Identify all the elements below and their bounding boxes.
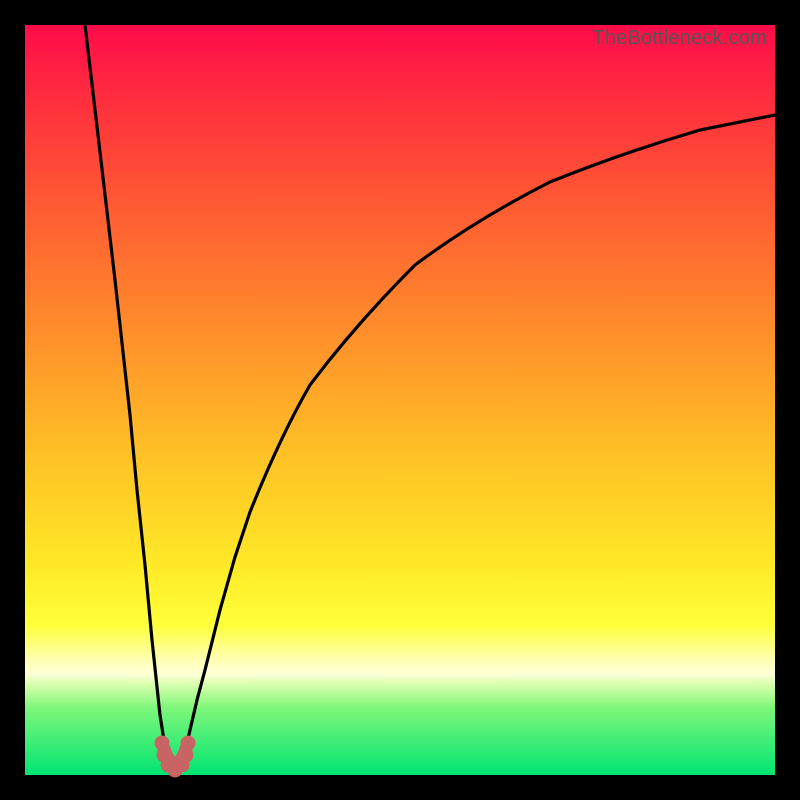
outer-frame: TheBottleneck.com [0, 0, 800, 800]
bottleneck-curve [85, 25, 775, 768]
bottleneck-chart: TheBottleneck.com [25, 25, 775, 775]
minimum-marker [155, 736, 195, 777]
curve-layer [25, 25, 775, 775]
